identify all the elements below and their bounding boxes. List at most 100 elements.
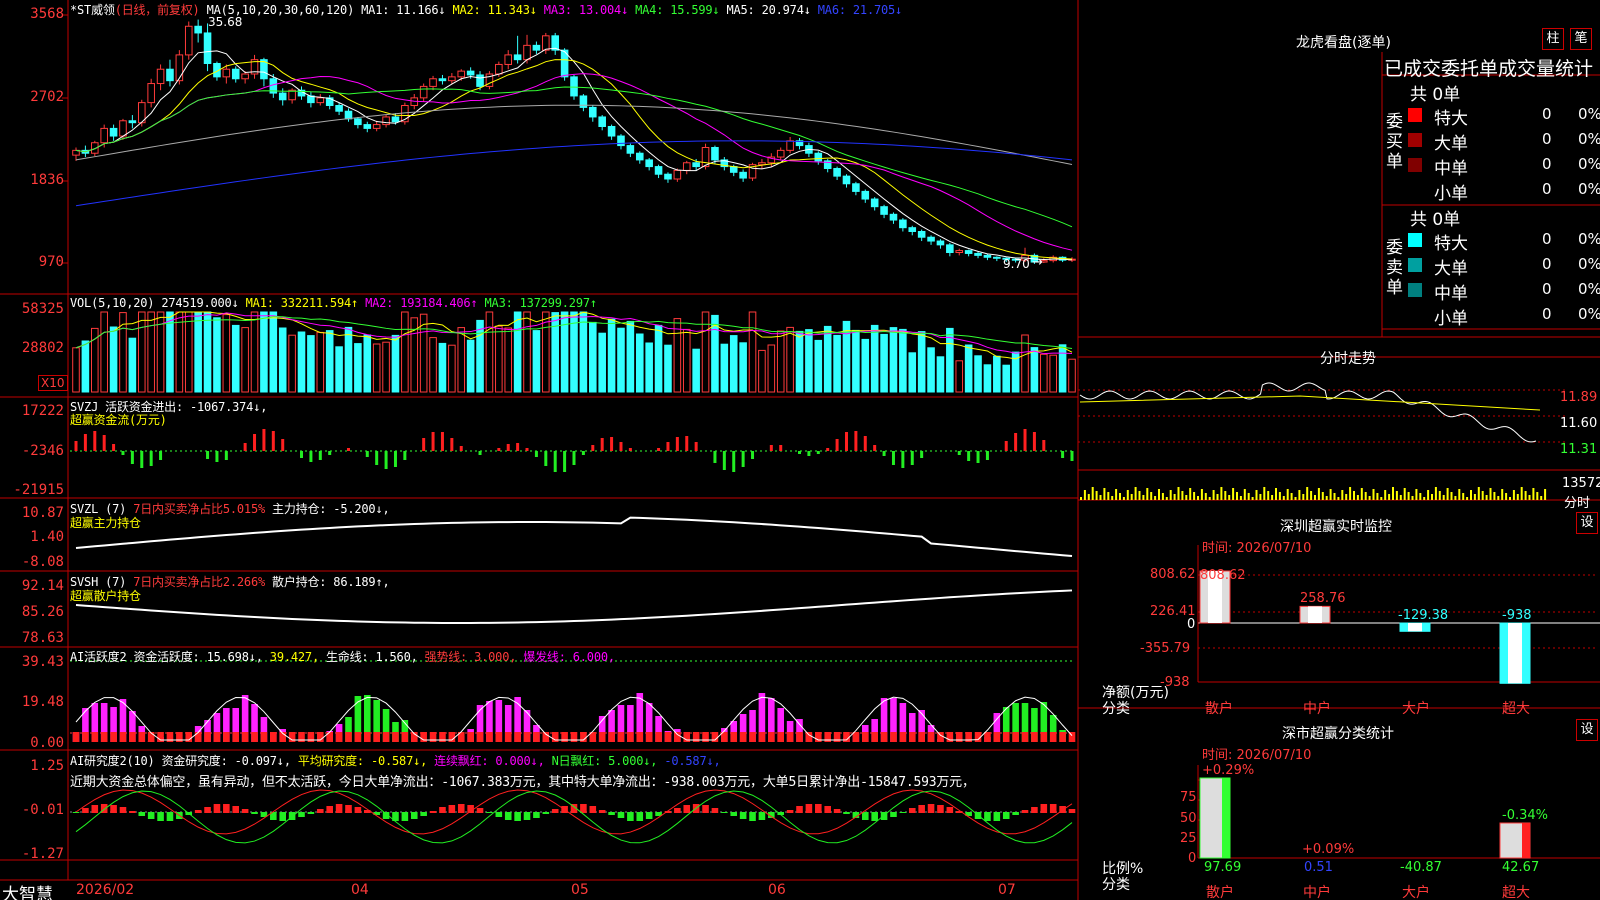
volume-bar: [758, 349, 766, 393]
research-bar: [1012, 812, 1019, 815]
activity-base-bar: [1049, 732, 1057, 742]
fenshi-vol-bar: [1200, 489, 1203, 500]
research-bar: [1031, 807, 1038, 813]
sell-row-label: 中单: [1434, 284, 1468, 304]
flow-bar: [675, 437, 679, 451]
volume-bar: [137, 311, 146, 393]
sz-category: 超大: [1502, 701, 1530, 717]
legend-swatch-icon: [1408, 133, 1422, 147]
flow-bar: [553, 451, 557, 472]
x-axis-label: 05: [571, 882, 589, 898]
ma2-value: MA2: 11.343↓: [452, 3, 537, 17]
vol-ma2: MA2: 193184.406↑: [365, 296, 478, 310]
candle-body: [532, 44, 541, 51]
vol-value: 274519.000↓: [161, 296, 239, 310]
candle-body: [438, 78, 447, 82]
pen-mode-button[interactable]: 笔: [1570, 28, 1592, 50]
svzl-ratio: 7日内买卖净占比5.015%: [133, 502, 266, 516]
fenshi-vol-bar: [1103, 488, 1106, 500]
volume-bar: [184, 311, 193, 393]
activity-base-bar: [194, 732, 202, 742]
volume-bar: [589, 321, 597, 393]
candle-body: [542, 35, 550, 51]
flow-bar: [281, 439, 285, 451]
volume-bar: [175, 311, 184, 393]
candle-body: [993, 256, 1001, 259]
fenshi-avg-line: [1079, 395, 1541, 411]
flow-bar: [581, 451, 585, 455]
fenshi-vol-bar: [1329, 489, 1332, 500]
research-bar: [326, 806, 333, 813]
research-bar: [251, 812, 258, 814]
sf-value: 0.51: [1304, 860, 1333, 875]
volume-bar: [889, 327, 898, 393]
fenshi-vol-bar: [1310, 491, 1313, 500]
volume-bar: [382, 341, 390, 393]
volume-bar: [476, 319, 484, 393]
research-bar: [345, 805, 352, 813]
sell-row: 大单 0 0%: [1408, 254, 1600, 279]
fenshi-vol-bar: [1399, 495, 1402, 500]
fenshi-vol-bar: [1224, 491, 1227, 500]
research-bar: [542, 812, 550, 814]
activity-base-bar: [984, 732, 991, 742]
fenshi-vol-bar: [1146, 488, 1149, 500]
research-bar: [241, 809, 249, 813]
fenshi-vol-bar: [1095, 491, 1098, 500]
flow-bar: [1014, 433, 1018, 451]
candle-body: [335, 104, 343, 112]
fenshi-vol-bar: [1177, 487, 1180, 500]
flow-bar: [835, 439, 839, 451]
flow-bar: [844, 432, 848, 451]
volume-bar: [870, 324, 879, 393]
low-arrow-icon: →: [1032, 255, 1043, 270]
research-bar: [166, 812, 174, 821]
candle-body: [194, 25, 202, 34]
activity-base-bar: [627, 732, 634, 742]
activity-base-bar: [636, 732, 644, 742]
volume-bar: [354, 343, 362, 393]
volume-bar: [682, 328, 691, 393]
sz-settings-button[interactable]: 设: [1576, 512, 1598, 534]
research-bar: [457, 804, 465, 813]
volume-bar: [495, 325, 503, 393]
sz-axis-tick: 0: [1187, 617, 1196, 632]
flow-bar: [346, 448, 350, 451]
flow-bar: [271, 431, 275, 451]
flow-bar: [206, 451, 210, 459]
flow-bar: [393, 451, 397, 467]
candle-body: [429, 78, 437, 87]
x-axis-label: 04: [351, 882, 369, 898]
research-bar: [486, 812, 493, 813]
fenshi-vol-bar: [1512, 490, 1515, 500]
vol-unit-badge[interactable]: X10: [38, 375, 68, 391]
fenshi-title: 分时走势: [1320, 351, 1376, 367]
volume-bar: [899, 328, 907, 393]
volume-bar: [617, 327, 625, 393]
activity-base-bar: [786, 732, 794, 742]
brand-logo[interactable]: 大智慧: [2, 880, 53, 900]
ai2-b: 平均研究度: -0.587↓,: [297, 754, 428, 768]
flow-bar: [854, 431, 858, 451]
fenshi-vol-bar: [1142, 495, 1145, 500]
flow-bar: [976, 451, 980, 463]
sf-settings-button[interactable]: 设: [1576, 719, 1598, 741]
sz-bar-highlight: [1408, 623, 1422, 632]
svzl-value: 主力持仓: -5.200↓,: [272, 502, 390, 516]
bar-mode-button[interactable]: 柱: [1542, 28, 1564, 50]
fenshi-vol-bar: [1532, 488, 1535, 500]
flow-bar: [1061, 451, 1065, 458]
research-bar: [307, 812, 315, 814]
fenshi-vol-bar: [1154, 496, 1157, 500]
volume-bar: [100, 311, 108, 393]
sz-category: 散户: [1205, 701, 1233, 717]
fenshi-vol-bar: [1477, 487, 1480, 500]
stock-name[interactable]: *ST威领: [70, 3, 115, 17]
fenshi-vol-bar: [1189, 488, 1192, 500]
flow-bar: [149, 451, 153, 466]
volume-bar: [786, 326, 794, 393]
candle-body: [607, 125, 616, 137]
x-axis-label: 07: [998, 882, 1016, 898]
fenshi-vol-bar: [1185, 495, 1188, 500]
candle-body: [495, 63, 503, 75]
